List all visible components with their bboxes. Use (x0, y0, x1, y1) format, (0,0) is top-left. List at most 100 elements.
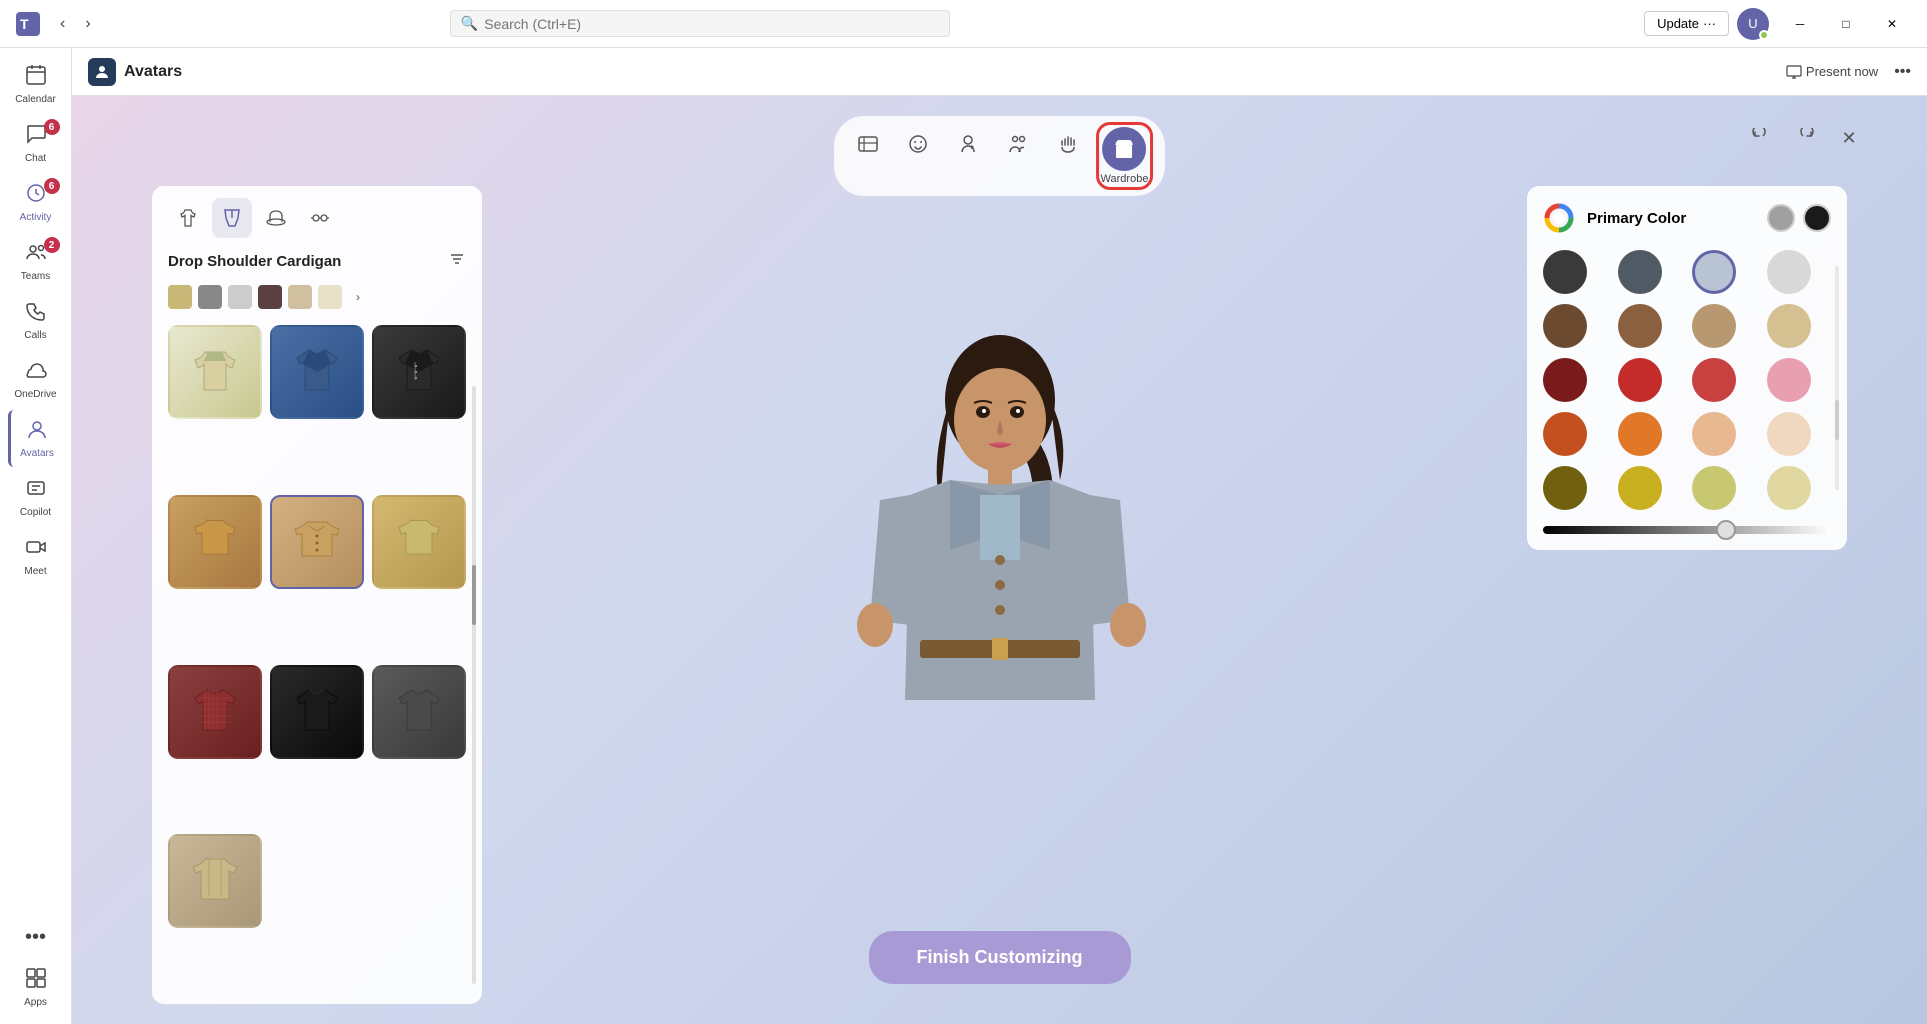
color-panel-scrollbar-thumb[interactable] (1835, 400, 1839, 440)
strip-color-2[interactable] (198, 285, 222, 309)
workspace: Wardrobe ✕ (72, 96, 1927, 1024)
close-workspace-button[interactable]: ✕ (1831, 120, 1867, 156)
sidebar-item-meet[interactable]: Meet (8, 528, 64, 585)
color-dot-yellow[interactable] (1618, 466, 1662, 510)
color-slider[interactable] (1543, 526, 1831, 534)
color-dot-darkred[interactable] (1543, 358, 1587, 402)
strip-color-3[interactable] (228, 285, 252, 309)
search-icon: 🔍 (461, 15, 478, 32)
sidebar-item-avatars[interactable]: Avatars (8, 410, 64, 467)
color-dot-darkbrown[interactable] (1543, 304, 1587, 348)
present-now-button[interactable]: Present now (1778, 60, 1886, 84)
forward-button[interactable]: › (77, 11, 98, 37)
color-dot-mediumbrown[interactable] (1618, 304, 1662, 348)
sidebar-item-label: OneDrive (14, 389, 56, 400)
update-button[interactable]: Update ··· (1644, 11, 1729, 36)
window-controls: ─ □ ✕ (1777, 8, 1915, 40)
strip-color-5[interactable] (288, 285, 312, 309)
sidebar-item-activity[interactable]: 6 Activity (8, 174, 64, 231)
clothing-item-charcoal[interactable] (372, 665, 466, 759)
color-dot-peach[interactable] (1692, 412, 1736, 456)
sidebar-item-calls[interactable]: Calls (8, 292, 64, 349)
sidebar-item-copilot[interactable]: Copilot (8, 469, 64, 526)
wtab-glasses[interactable] (300, 198, 340, 238)
undo-button[interactable] (1743, 120, 1779, 156)
clothing-item-blue-jacket[interactable] (270, 325, 364, 419)
app-shell: Calendar 6 Chat 6 Activity (0, 48, 1927, 1024)
sidebar-item-calendar[interactable]: Calendar (8, 56, 64, 113)
color-dot-darkgray[interactable] (1543, 250, 1587, 294)
page-more-button[interactable]: ••• (1894, 63, 1911, 81)
sidebar-item-label: Copilot (20, 507, 51, 518)
clothing-item-selected-cardigan[interactable] (270, 495, 364, 589)
strip-color-4[interactable] (258, 285, 282, 309)
apps-icon (25, 967, 47, 995)
clothing-item-coat[interactable] (168, 834, 262, 928)
scrollbar-thumb[interactable] (472, 565, 476, 625)
color-dot-lightblue[interactable] (1692, 250, 1736, 294)
sidebar-item-chat[interactable]: 6 Chat (8, 115, 64, 172)
color-dot-orange[interactable] (1543, 412, 1587, 456)
color-dot-slate[interactable] (1618, 250, 1662, 294)
svg-text:T: T (20, 16, 29, 32)
color-dot-tan[interactable] (1692, 304, 1736, 348)
strip-color-6[interactable] (318, 285, 342, 309)
close-button[interactable]: ✕ (1869, 8, 1915, 40)
wtab-pants[interactable] (212, 198, 252, 238)
color-dot-red[interactable] (1618, 358, 1662, 402)
chat-badge: 6 (44, 119, 60, 135)
filter-icon[interactable] (448, 250, 466, 273)
color-dot-lightyellow[interactable] (1692, 466, 1736, 510)
scrollbar-track (472, 386, 476, 984)
clothing-item-plaid[interactable] (168, 665, 262, 759)
sidebar-item-label: Apps (24, 997, 47, 1008)
primary-color-label: Primary Color (1587, 210, 1755, 227)
sidebar-item-teams[interactable]: 2 Teams (8, 233, 64, 290)
redo-button[interactable] (1787, 120, 1823, 156)
color-grid (1543, 250, 1831, 510)
online-status-dot (1759, 30, 1769, 40)
color-dot-brightred[interactable] (1692, 358, 1736, 402)
finish-customizing-button[interactable]: Finish Customizing (869, 931, 1131, 984)
sidebar-bottom: ••• Apps (8, 918, 64, 1016)
color-dot-medorange[interactable] (1618, 412, 1662, 456)
calls-icon (25, 300, 47, 328)
page-title: Avatars (124, 63, 182, 81)
sidebar-item-onedrive[interactable]: OneDrive (8, 351, 64, 408)
wtab-tops[interactable] (168, 198, 208, 238)
app-logo: T (12, 8, 44, 40)
clothing-item-dark-jacket[interactable] (372, 325, 466, 419)
meet-icon (25, 536, 47, 564)
more-colors-button[interactable]: › (348, 285, 368, 309)
user-avatar[interactable]: U (1737, 8, 1769, 40)
primary-swatch-gray[interactable] (1767, 204, 1795, 232)
search-input[interactable] (484, 16, 939, 32)
clothing-item-black[interactable] (270, 665, 364, 759)
page-header-right: Present now ••• (1778, 60, 1911, 84)
maximize-button[interactable]: □ (1823, 8, 1869, 40)
sidebar-item-label: Chat (25, 153, 46, 164)
clothing-item-tan[interactable] (168, 495, 262, 589)
wtab-hat[interactable] (256, 198, 296, 238)
sidebar-item-apps[interactable]: Apps (8, 959, 64, 1016)
slider-thumb[interactable] (1716, 520, 1736, 540)
clothing-item-beige[interactable] (372, 495, 466, 589)
clothing-grid (152, 317, 482, 1004)
wardrobe-title: Drop Shoulder Cardigan (168, 253, 341, 270)
color-dot-lightpink[interactable] (1767, 358, 1811, 402)
color-dot-darkolive[interactable] (1543, 466, 1587, 510)
sidebar-item-label: Meet (24, 566, 46, 577)
minimize-button[interactable]: ─ (1777, 8, 1823, 40)
sidebar-item-more[interactable]: ••• (8, 918, 64, 957)
more-icon: ••• (25, 926, 46, 949)
clothing-item-hoodie[interactable] (168, 325, 262, 419)
primary-swatch-black[interactable] (1803, 204, 1831, 232)
color-dot-cream2[interactable] (1767, 466, 1811, 510)
strip-color-1[interactable] (168, 285, 192, 309)
color-dot-lightgray[interactable] (1767, 250, 1811, 294)
activity-badge: 6 (44, 178, 60, 194)
color-dot-lightpeach[interactable] (1767, 412, 1811, 456)
back-button[interactable]: ‹ (52, 11, 73, 37)
content-area: Avatars Present now ••• (72, 48, 1927, 1024)
color-dot-cream[interactable] (1767, 304, 1811, 348)
